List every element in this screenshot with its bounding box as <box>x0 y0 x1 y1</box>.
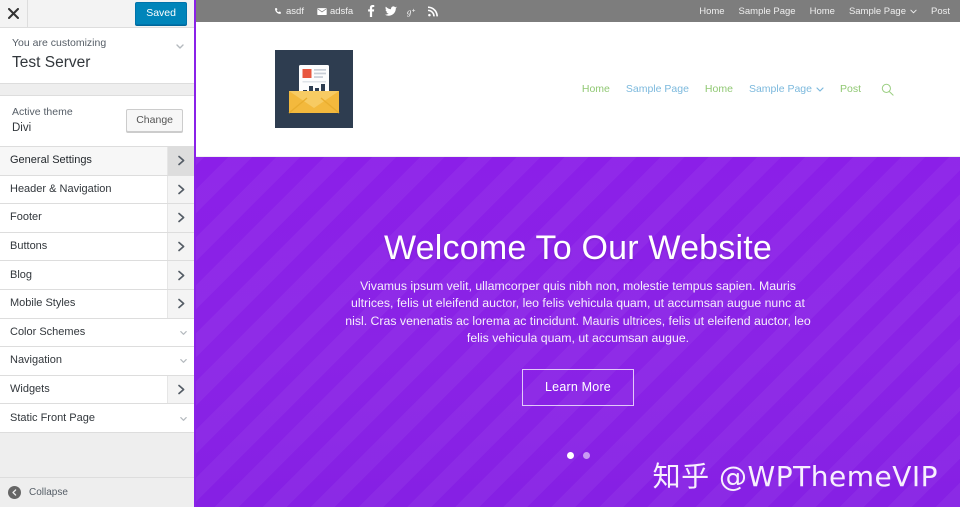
envelope-icon <box>317 7 327 16</box>
main-nav-item[interactable]: Sample Page <box>749 83 824 95</box>
panel-label: Mobile Styles <box>10 297 76 310</box>
customizer-panel-buttons[interactable]: Buttons <box>0 232 195 262</box>
active-theme-text: Active theme Divi <box>12 105 73 136</box>
hero-body: Vivamus ipsum velit, ullamcorper quis ni… <box>345 279 811 346</box>
customizer-app: Saved You are customizing Test Server Ac… <box>0 0 960 507</box>
chevron-down-icon[interactable] <box>175 38 185 49</box>
panel-label: Color Schemes <box>10 325 86 338</box>
close-icon <box>8 8 19 19</box>
top-bar-email-text: adsfa <box>329 5 354 17</box>
site-main-nav: Home Sample Page Home Sample Page Post <box>582 83 894 96</box>
customizer-panel-general-settings[interactable]: General Settings <box>0 147 195 176</box>
panel-label: Blog <box>10 268 33 281</box>
top-bar-nav-label: Sample Page <box>848 5 906 17</box>
customizer-panel-static-front-page[interactable]: Static Front Page <box>0 404 195 433</box>
chevron-right-icon[interactable] <box>167 232 195 261</box>
active-theme-name: Divi <box>12 122 32 134</box>
site-top-bar: asdf adsfa g + Home Sample Page Home Sample … <box>196 0 960 22</box>
panel-label: General Settings <box>10 154 92 167</box>
customizer-panel-list: General Settings Header & Navigation Foote… <box>0 147 195 433</box>
active-theme-label: Active theme <box>12 106 73 118</box>
chevron-right-icon[interactable] <box>167 375 195 404</box>
rss-icon[interactable] <box>428 6 439 17</box>
customizing-label: You are customizing <box>12 37 107 49</box>
customizer-panel-header-navigation[interactable]: Header & Navigation <box>0 175 195 205</box>
collapse-sidebar-button[interactable]: Collapse <box>0 477 195 507</box>
slider-dot[interactable] <box>566 452 574 459</box>
chevron-right-icon[interactable] <box>167 289 195 318</box>
customizer-panel-blog[interactable]: Blog <box>0 261 195 290</box>
top-bar-social-icons: g + <box>367 5 439 17</box>
chevron-right-icon[interactable] <box>167 175 195 204</box>
site-logo[interactable] <box>275 50 353 128</box>
hero-title: Welcome To Our Website <box>384 229 772 267</box>
top-bar-nav-item[interactable]: Sample Page <box>849 6 917 17</box>
learn-more-button[interactable]: Learn More <box>522 368 634 406</box>
top-bar-nav-item[interactable]: Home <box>699 6 724 17</box>
phone-icon <box>274 7 283 16</box>
top-bar-phone[interactable]: asdf <box>274 6 304 17</box>
customizer-panel-navigation[interactable]: Navigation <box>0 347 195 376</box>
hero-slider: Welcome To Our Website Vivamus ipsum vel… <box>196 157 960 507</box>
customizer-sidebar: Saved You are customizing Test Server Ac… <box>0 0 196 507</box>
active-theme-row: Active theme Divi Change <box>0 95 195 147</box>
customizer-panel-mobile-styles[interactable]: Mobile Styles <box>0 289 195 319</box>
watermark: 知乎 @WPThemeVIP <box>652 460 938 493</box>
panel-label: Static Front Page <box>10 411 95 424</box>
slider-dot[interactable] <box>582 452 590 459</box>
change-theme-button[interactable]: Change <box>126 109 183 132</box>
chevron-down-icon[interactable] <box>171 319 195 347</box>
main-nav-item[interactable]: Home <box>582 83 610 95</box>
top-bar-nav-item[interactable]: Home <box>810 6 835 17</box>
chevron-down-icon <box>910 6 917 17</box>
top-bar-email[interactable]: adsfa <box>317 6 353 17</box>
panel-label: Navigation <box>10 354 62 367</box>
chevron-right-icon[interactable] <box>167 147 195 175</box>
search-icon[interactable] <box>881 83 894 96</box>
facebook-icon[interactable] <box>367 5 375 17</box>
customizer-panel-footer[interactable]: Footer <box>0 204 195 233</box>
chevron-down-icon[interactable] <box>171 404 195 432</box>
site-preview: asdf adsfa g + Home Sample Page Home Sample … <box>196 0 960 507</box>
top-bar-phone-text: asdf <box>286 5 304 17</box>
chevron-right-icon[interactable] <box>167 261 195 289</box>
main-nav-label: Sample Page <box>748 83 812 95</box>
site-header: Home Sample Page Home Sample Page Post <box>196 22 960 157</box>
hero-content: Welcome To Our Website Vivamus ipsum vel… <box>196 157 960 406</box>
site-logo-newsletter-icon <box>285 63 343 115</box>
svg-text:+: + <box>412 7 416 14</box>
chevron-right-icon[interactable] <box>167 204 195 232</box>
save-button[interactable]: Saved <box>135 1 187 26</box>
customizer-panel-widgets[interactable]: Widgets <box>0 375 195 405</box>
collapse-arrow-icon <box>8 486 21 499</box>
chevron-down-icon <box>816 83 824 95</box>
sidebar-empty-area <box>0 432 195 477</box>
top-bar-nav: Home Sample Page Home Sample Page Post <box>699 6 950 17</box>
panel-label: Footer <box>10 211 42 224</box>
sidebar-gap <box>0 84 195 95</box>
close-customizer-button[interactable] <box>0 0 28 27</box>
site-title: Test Server <box>12 54 91 71</box>
panel-label: Widgets <box>10 383 50 396</box>
customizing-section[interactable]: You are customizing Test Server <box>0 28 195 84</box>
customizer-toolbar: Saved <box>0 0 195 28</box>
panel-label: Header & Navigation <box>10 182 112 195</box>
panel-label: Buttons <box>10 240 48 253</box>
top-bar-nav-item[interactable]: Post <box>931 6 950 17</box>
twitter-icon[interactable] <box>385 5 398 17</box>
main-nav-item[interactable]: Home <box>705 83 733 95</box>
top-bar-nav-item[interactable]: Sample Page <box>739 6 796 17</box>
googleplus-icon[interactable]: g + <box>407 6 418 17</box>
chevron-down-icon[interactable] <box>171 347 195 375</box>
slider-dots <box>196 452 960 459</box>
collapse-label: Collapse <box>29 487 68 498</box>
customizer-panel-color-schemes[interactable]: Color Schemes <box>0 318 195 348</box>
main-nav-item[interactable]: Post <box>840 83 861 95</box>
main-nav-item[interactable]: Sample Page <box>626 83 689 95</box>
